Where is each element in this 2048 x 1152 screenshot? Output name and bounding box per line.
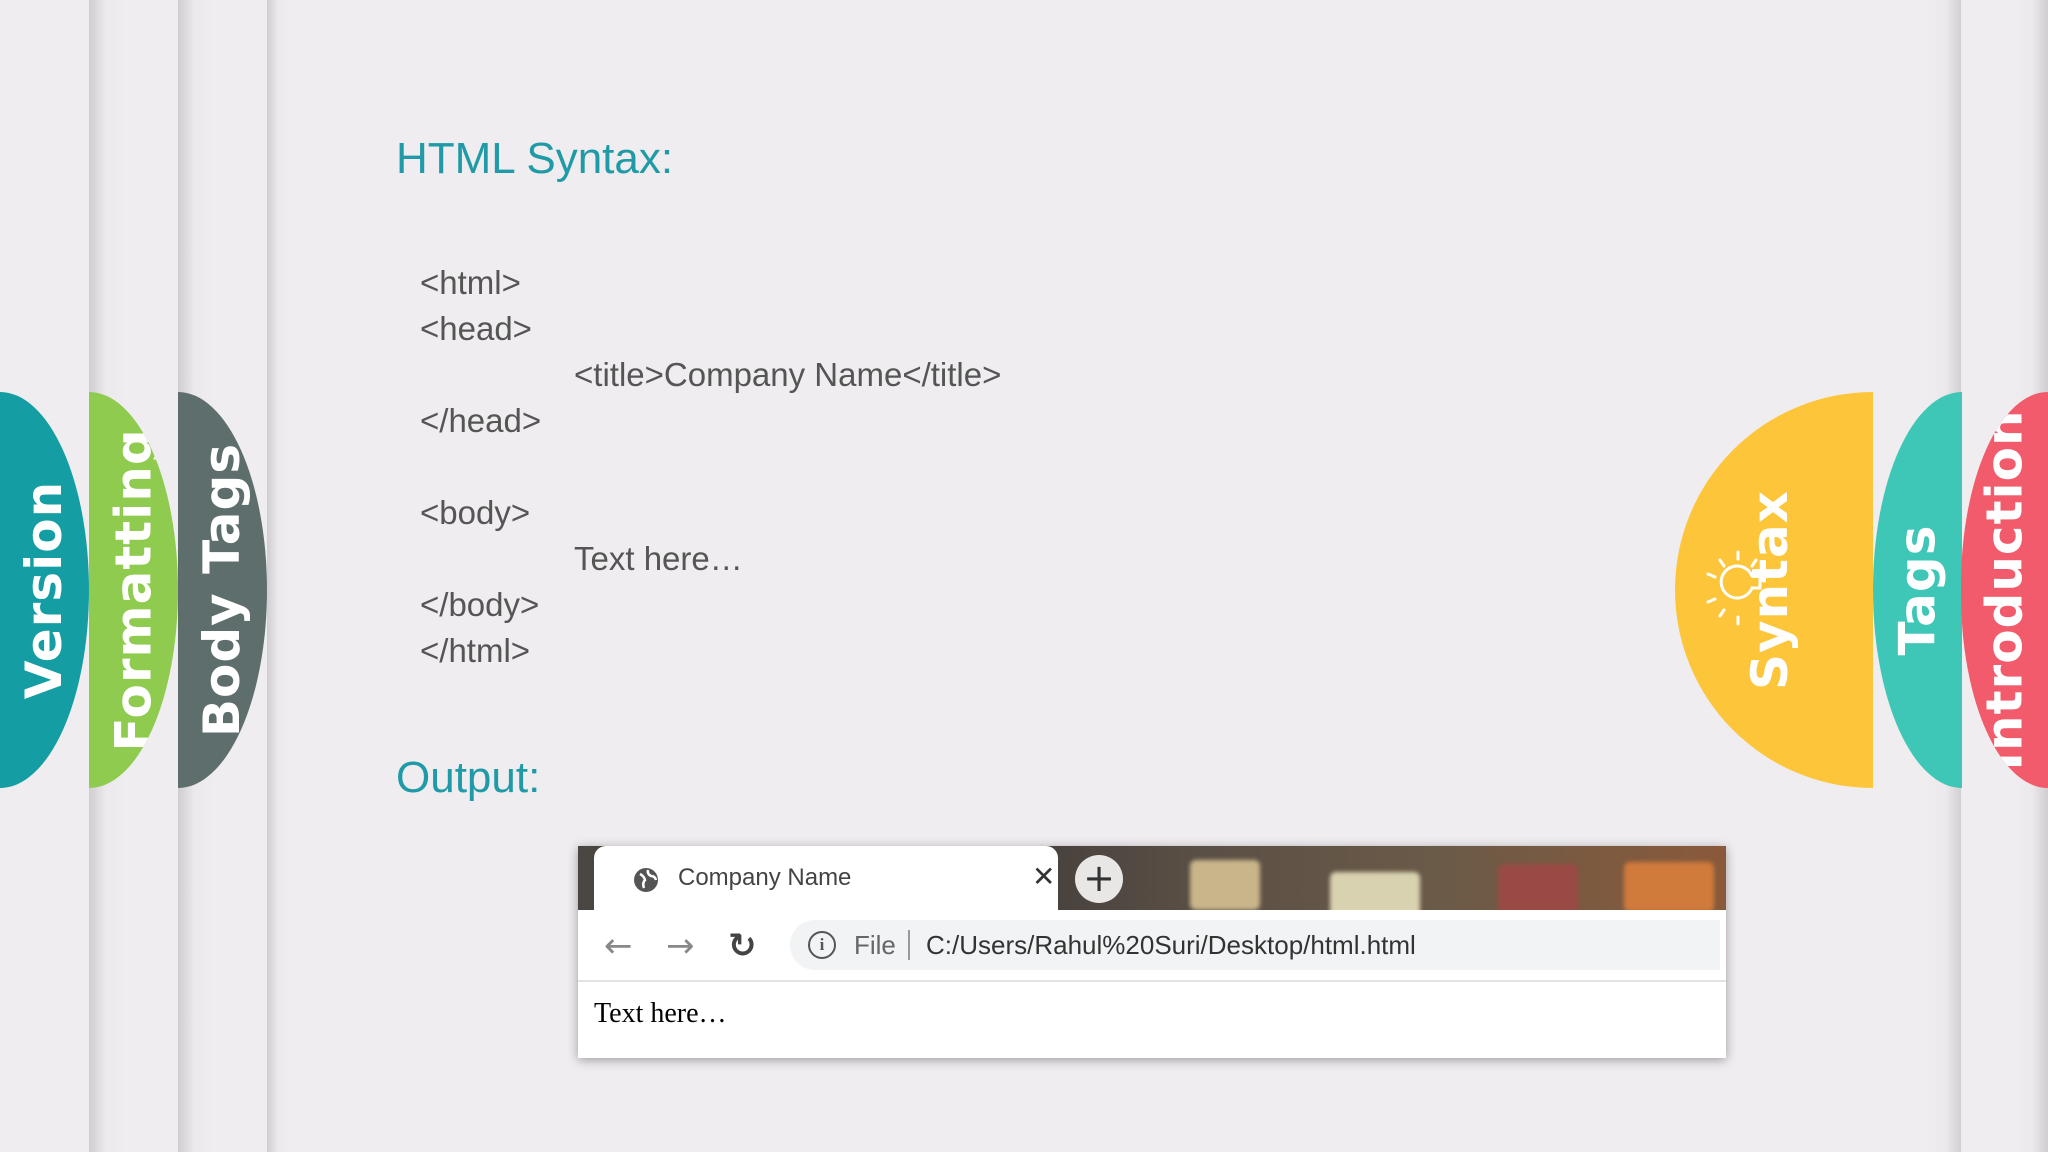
browser-toolbar: ← → ↻ i File C:/Users/Rahul%20Suri/Deskt… [578,910,1726,982]
close-icon[interactable]: ✕ [1032,860,1055,893]
back-icon[interactable]: ← [604,926,633,966]
code-line: </html> [420,632,531,669]
page-content-text: Text here… [594,998,727,1029]
left-strip-4 [267,0,327,1152]
tab-tags-label: Tags [1888,524,1947,656]
url-text[interactable]: C:/Users/Rahul%20Suri/Desktop/html.html [926,930,1416,961]
code-line: <body> [420,494,531,531]
code-line: Text here… [574,540,743,577]
code-line: </head> [420,402,542,439]
blurred-background [1498,864,1578,914]
tab-syntax-label: Syntax [1741,489,1799,691]
browser-tab-title: Company Name [678,864,852,891]
code-line: <head> [420,310,532,347]
info-icon[interactable]: i [808,931,836,959]
reload-icon[interactable]: ↻ [728,926,757,966]
blurred-background [1624,862,1714,912]
tab-body-tags-label: Body Tags [193,442,252,738]
tab-version[interactable]: Version [0,392,89,788]
globe-icon [634,868,658,892]
code-line: <html> [420,264,521,301]
blurred-background [1190,860,1260,910]
code-line: <title>Company Name</title> [574,356,1002,393]
forward-icon[interactable]: → [666,926,695,966]
tab-version-label: Version [15,480,74,700]
divider [908,930,910,960]
tab-formatting-label: Formatting [104,428,163,752]
scheme-label: File [854,930,896,960]
address-bar[interactable]: i File C:/Users/Rahul%20Suri/Desktop/htm… [790,920,1720,970]
browser-window: Company Name ✕ + ← → ↻ i File C:/Users/R… [578,846,1726,1058]
tab-introduction-label: Introduction [1975,409,2034,771]
code-line: </body> [420,586,540,623]
syntax-heading: HTML Syntax: [396,134,674,183]
browser-tabstrip: Company Name ✕ + [578,846,1726,922]
output-heading: Output: [396,753,541,802]
new-tab-button[interactable]: + [1075,855,1123,903]
browser-tab[interactable]: Company Name ✕ [594,846,1058,910]
